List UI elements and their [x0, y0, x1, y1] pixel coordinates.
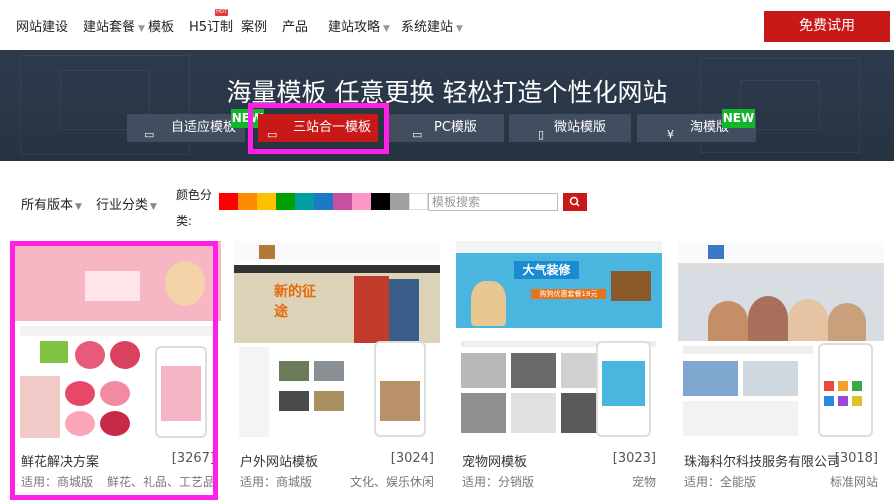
chevron-down-icon: ▼ — [456, 24, 463, 34]
nav-label: 网站建设 — [16, 20, 69, 35]
chevron-down-icon: ▼ — [150, 202, 157, 212]
card-meta: 适用：全能版 — [684, 475, 757, 489]
nav-label: 建站攻略 — [328, 20, 381, 35]
color-swatch[interactable] — [333, 193, 352, 210]
card-tag: 文化、娱乐休闲 — [349, 475, 434, 489]
nav-item-system-build[interactable]: 系统建站 ▼ — [401, 16, 463, 35]
nav-label: 案例 — [241, 20, 268, 35]
nav-item-h5[interactable]: H5订制 — [189, 16, 233, 35]
nav-label: 产品 — [282, 20, 309, 35]
color-swatch[interactable] — [257, 193, 276, 210]
template-search-input[interactable]: 模板搜索 — [428, 193, 558, 211]
color-swatch[interactable] — [371, 193, 390, 210]
color-swatch[interactable] — [314, 193, 333, 210]
hot-badge: HOT — [215, 9, 228, 16]
card-meta: 适用：商城版 — [240, 475, 313, 489]
nav-label: 系统建站 — [401, 20, 454, 35]
nav-item-website-build[interactable]: 网站建设 — [16, 16, 68, 35]
card-meta: 适用：分销版 — [462, 475, 535, 489]
new-badge: NEW — [722, 109, 755, 128]
color-swatch[interactable] — [219, 193, 238, 210]
chevron-down-icon: ▼ — [383, 24, 390, 34]
card-tag: 宠物 — [631, 475, 656, 489]
nav-label: 模板 — [148, 20, 175, 35]
top-nav: 网站建设 建站套餐 ▼ 模板 H5订制 HOT 案例 产品 建站攻略 ▼ 系统建站 ▼… — [0, 0, 894, 50]
search-icon — [569, 196, 580, 207]
nav-item-packages[interactable]: 建站套餐 ▼ — [83, 16, 145, 35]
template-thumbnail — [678, 241, 884, 441]
outdoor-banner-text: 新的征途 — [274, 284, 316, 320]
nav-item-cases[interactable]: 案例 — [241, 16, 267, 35]
filter-label: 行业分类 — [96, 198, 149, 213]
highlight-box — [10, 241, 218, 500]
card-title: 宠物网模板 — [462, 455, 528, 470]
tab-pc[interactable]: ▭ PC模版 — [384, 114, 504, 142]
color-swatch[interactable] — [295, 193, 314, 210]
hero-banner: 海量模板 任意更换 轻松打造个性化网站 ▭ 自适应模板 NEW ▭ 三站合一模板… — [0, 50, 894, 161]
industry-filter[interactable]: 行业分类 ▼ — [96, 194, 157, 213]
monitor-icon: ▭ — [412, 128, 423, 141]
color-swatch[interactable] — [238, 193, 257, 210]
nav-label: H5订制 — [189, 20, 234, 35]
nav-item-products[interactable]: 产品 — [282, 16, 308, 35]
color-swatch[interactable] — [390, 193, 409, 210]
template-card[interactable]: 大气装修 购狗优惠套餐18元 宠物网模板 [3023] 适用：分销版 宠物 — [456, 241, 662, 500]
tab-label: 微站模版 — [554, 120, 607, 135]
monitor-icon: ▭ — [144, 128, 155, 141]
mobile-icon: ▯ — [538, 128, 545, 141]
highlight-box — [248, 103, 389, 154]
card-count: [3024] — [390, 451, 434, 466]
card-count: [3018] — [834, 451, 878, 466]
card-count: [3023] — [612, 451, 656, 466]
nav-item-guide[interactable]: 建站攻略 ▼ — [328, 16, 390, 35]
template-thumbnail: 大气装修 购狗优惠套餐18元 — [456, 241, 662, 441]
template-card[interactable]: 新的征途 户外网站模板 [3024] 适用：商城版 文化、娱乐休闲 — [234, 241, 440, 500]
pet-banner-text: 大气装修 — [514, 261, 579, 279]
template-card[interactable]: 珠海科尔科技服务有限公司 [3018] 适用：全能版 标准网站 — [678, 241, 884, 500]
color-filter-label: 颜色分类: — [176, 188, 213, 228]
color-swatch[interactable] — [352, 193, 371, 210]
nav-label: 建站套餐 — [83, 20, 136, 35]
color-swatch[interactable] — [276, 193, 295, 210]
nav-item-templates[interactable]: 模板 — [148, 16, 174, 35]
pet-banner-sub: 购狗优惠套餐18元 — [531, 289, 606, 299]
tab-responsive[interactable]: ▭ 自适应模板 — [127, 114, 245, 142]
search-button[interactable] — [563, 193, 587, 211]
chevron-down-icon: ▼ — [75, 202, 82, 212]
filter-label: 所有版本 — [21, 198, 74, 213]
chevron-down-icon: ▼ — [138, 24, 145, 34]
card-tag: 标准网站 — [829, 475, 878, 489]
color-swatch[interactable] — [409, 193, 428, 210]
card-title: 户外网站模板 — [240, 455, 319, 470]
banner-title: 海量模板 任意更换 轻松打造个性化网站 — [226, 78, 668, 107]
version-filter[interactable]: 所有版本 ▼ — [21, 194, 82, 213]
tab-label: 自适应模板 — [171, 120, 237, 135]
tab-micro-site[interactable]: ▯ 微站模版 — [509, 114, 631, 142]
yen-icon: ¥ — [667, 128, 674, 141]
template-thumbnail: 新的征途 — [234, 241, 440, 441]
free-trial-button[interactable]: 免费试用 — [764, 11, 890, 42]
card-title: 珠海科尔科技服务有限公司 — [684, 455, 841, 470]
tab-label: PC模版 — [434, 120, 477, 135]
